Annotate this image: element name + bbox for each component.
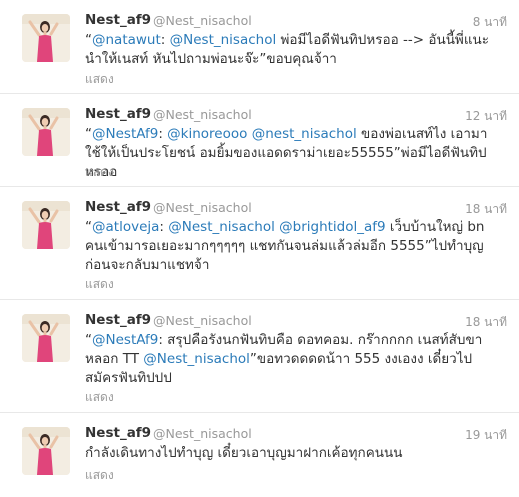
show-conversation-link[interactable]: แสดง (85, 275, 114, 294)
avatar-image (22, 201, 70, 249)
tweet-text-segment: “ (85, 219, 92, 235)
mention-link[interactable]: @Nest_nisachol (168, 219, 275, 235)
tweet-item[interactable]: Nest_af9 @Nest_nisachol 12 นาที “@NestAf… (0, 94, 519, 187)
avatar-image (22, 314, 70, 362)
avatar-image (22, 108, 70, 156)
mention-link[interactable]: @Nest_nisachol (170, 32, 277, 48)
tweet-item[interactable]: Nest_af9 @Nest_nisachol 18 นาที “@NestAf… (0, 300, 519, 413)
tweet-timeline: Nest_af9 @Nest_nisachol 8 นาที “@natawut… (0, 0, 519, 497)
tweet-item[interactable]: Nest_af9 @Nest_nisachol 18 นาที “@atlove… (0, 187, 519, 300)
show-conversation-link[interactable]: แสดง (85, 466, 114, 485)
user-fullname[interactable]: Nest_af9 (85, 199, 151, 215)
user-handle[interactable]: @Nest_nisachol (153, 313, 252, 328)
tweet-text: กำลังเดินทางไปทำบุญ เดี๋ยวเอาบุญมาฝากเค้… (85, 444, 490, 463)
mention-link[interactable]: @NestAf9 (92, 126, 158, 142)
user-handle[interactable]: @Nest_nisachol (153, 13, 252, 28)
tweet-text-segment: กำลังเดินทางไปทำบุญ เดี๋ยวเอาบุญมาฝากเค้… (85, 445, 403, 461)
avatar[interactable] (22, 314, 70, 362)
avatar-image (22, 427, 70, 475)
tweet-item[interactable]: Nest_af9 @Nest_nisachol 19 นาที กำลังเดิ… (0, 413, 519, 497)
user-handle[interactable]: @Nest_nisachol (153, 426, 252, 441)
mention-link[interactable]: @NestAf9 (92, 332, 158, 348)
user-handle[interactable]: @Nest_nisachol (153, 200, 252, 215)
tweet-text: “@NestAf9: @kinoreooo @nest_nisachol ของ… (85, 125, 490, 182)
user-fullname[interactable]: Nest_af9 (85, 12, 151, 28)
tweet-header: Nest_af9 @Nest_nisachol 18 นาที (85, 199, 507, 219)
tweet-text-segment: : (160, 32, 170, 48)
user-fullname[interactable]: Nest_af9 (85, 106, 151, 122)
tweet-text: “@NestAf9: สรุปคือรังนกฟันทิบคือ ดอทคอม.… (85, 331, 490, 388)
tweet-text-segment: : (159, 219, 169, 235)
mention-link[interactable]: @natawut (92, 32, 161, 48)
tweet-timestamp[interactable]: 19 นาที (465, 426, 507, 445)
tweet-text: “@atloveja: @Nest_nisachol @brightidol_a… (85, 218, 490, 275)
show-conversation-link[interactable]: แสดง (85, 70, 114, 89)
tweet-text-segment: “ (85, 32, 92, 48)
tweet-header: Nest_af9 @Nest_nisachol 8 นาที (85, 12, 507, 32)
tweet-header: Nest_af9 @Nest_nisachol 12 นาที (85, 106, 507, 126)
tweet-header: Nest_af9 @Nest_nisachol 19 นาที (85, 425, 507, 445)
mention-link[interactable]: @brightidol_af9 (279, 219, 385, 235)
tweet-timestamp[interactable]: 8 นาที (473, 13, 507, 32)
tweet-text-segment: : (158, 126, 168, 142)
tweet-header: Nest_af9 @Nest_nisachol 18 นาที (85, 312, 507, 332)
show-conversation-link[interactable]: แสดง (85, 388, 114, 407)
tweet-timestamp[interactable]: 18 นาที (465, 313, 507, 332)
user-fullname[interactable]: Nest_af9 (85, 312, 151, 328)
tweet-text-segment: “ (85, 126, 92, 142)
tweet-text-segment: “ (85, 332, 92, 348)
mention-link[interactable]: @Nest_nisachol (143, 351, 250, 367)
avatar-image (22, 14, 70, 62)
tweet-text: “@natawut: @Nest_nisachol พ่อมีไอดีฟันทิ… (85, 31, 490, 69)
mention-link[interactable]: @kinoreooo (167, 126, 247, 142)
mention-link[interactable]: @atloveja (92, 219, 159, 235)
avatar[interactable] (22, 14, 70, 62)
mention-link[interactable]: @nest_nisachol (252, 126, 357, 142)
avatar[interactable] (22, 108, 70, 156)
user-handle[interactable]: @Nest_nisachol (153, 107, 252, 122)
tweet-timestamp[interactable]: 18 นาที (465, 200, 507, 219)
tweet-item[interactable]: Nest_af9 @Nest_nisachol 8 นาที “@natawut… (0, 0, 519, 94)
tweet-timestamp[interactable]: 12 นาที (465, 107, 507, 126)
user-fullname[interactable]: Nest_af9 (85, 425, 151, 441)
avatar[interactable] (22, 201, 70, 249)
avatar[interactable] (22, 427, 70, 475)
show-conversation-link[interactable]: แสดง (85, 163, 114, 182)
